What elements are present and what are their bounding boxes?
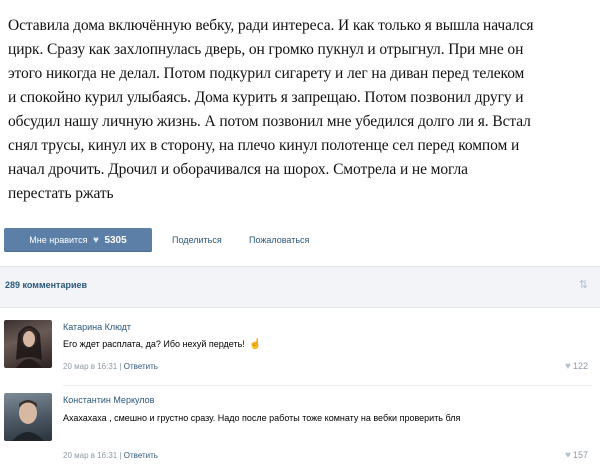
like-label: Мне нравится (29, 235, 88, 245)
avatar[interactable] (4, 393, 52, 441)
comment-text: Ахахахаха , смешно и грустно сразу. Надо… (63, 411, 513, 425)
post-text-line: цирк. Сразу как захлопнулась дверь, он г… (8, 41, 524, 58)
comment-text: Его ждет расплата, да? Ибо нехуй пердеть… (63, 337, 533, 352)
divider (63, 385, 592, 386)
share-link[interactable]: Поделиться (172, 228, 222, 252)
comment-like-count: 157 (572, 450, 588, 460)
post-text-line: обсудил нашу личную жизнь. А потом позво… (8, 113, 531, 130)
comment-meta: 20 мар в 16:31 | Ответить (63, 451, 158, 460)
post-text-line: Оставила дома включённую вебку, ради инт… (8, 17, 534, 34)
post-text-line: снял трусы, кинул их в сторону, на плечо… (8, 137, 520, 154)
sort-icon[interactable]: ⇅ (579, 278, 588, 291)
comment-meta: 20 мар в 16:31 | Ответить (63, 362, 158, 371)
comment-like-button[interactable]: ♥ 122 (565, 361, 588, 372)
post-text-line: этого никогда не делал. Потом подкурил с… (8, 65, 525, 82)
post-text-line: начал дрочить. Дрочил и оборачивался на … (8, 161, 468, 178)
post-text-line: и спокойно курил улыбаясь. Дома курить я… (8, 89, 524, 106)
comment-item: Константин Меркулов Ахахахаха , смешно и… (0, 391, 600, 471)
comment-text-content: Его ждет расплата, да? Ибо нехуй пердеть… (63, 339, 245, 349)
like-button[interactable]: Мне нравится ♥ 5305 (4, 228, 152, 252)
reply-link[interactable]: Ответить (124, 451, 158, 460)
avatar[interactable] (4, 320, 52, 368)
comment-like-button[interactable]: ♥ 157 (565, 450, 588, 461)
heart-icon: ♥ (565, 450, 571, 461)
heart-icon: ♥ (565, 361, 571, 372)
post-text: Оставила дома включённую вебку, ради инт… (8, 14, 592, 206)
like-count: 5305 (104, 235, 127, 246)
comment-item: Катарина Клюдт Его ждет расплата, да? Иб… (0, 318, 600, 384)
post-text-line: перестать ржать (8, 185, 114, 202)
comment-date[interactable]: 20 мар в 16:31 (63, 362, 117, 371)
comment-date[interactable]: 20 мар в 16:31 (63, 451, 117, 460)
report-link[interactable]: Пожаловаться (249, 228, 309, 252)
comments-header: 289 комментариев ⇅ (0, 266, 600, 308)
reply-link[interactable]: Ответить (124, 362, 158, 371)
hand-emoji-icon: ☝ (249, 339, 262, 350)
comments-count[interactable]: 289 комментариев (5, 280, 87, 290)
heart-icon: ♥ (92, 235, 99, 246)
comment-like-count: 122 (572, 361, 588, 371)
comment-author[interactable]: Константин Меркулов (63, 395, 154, 405)
comment-text-content: Ахахахаха , смешно и грустно сразу. Надо… (63, 413, 461, 423)
comment-author[interactable]: Катарина Клюдт (63, 322, 131, 332)
